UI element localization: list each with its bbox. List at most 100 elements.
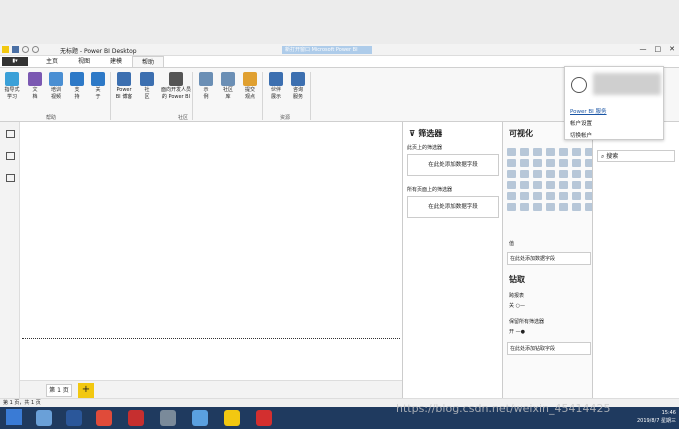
- clock-time: 15:46: [661, 410, 676, 416]
- add-page-button[interactable]: +: [78, 383, 94, 398]
- data-view-icon[interactable]: [6, 152, 15, 160]
- visual-type-icon[interactable]: [520, 159, 529, 167]
- maximize-button[interactable]: □: [655, 45, 662, 53]
- visual-type-icon[interactable]: [572, 159, 581, 167]
- ribbon-label: 提交 观点: [244, 87, 255, 100]
- ribbon-button-5[interactable]: Power BI 博客: [114, 72, 134, 101]
- visual-type-icon[interactable]: [546, 192, 555, 200]
- ribbon-button-6[interactable]: 社 区: [137, 72, 157, 101]
- ribbon-separator: [310, 72, 311, 120]
- visual-type-icon[interactable]: [559, 159, 568, 167]
- fields-search-input[interactable]: ⌕ 搜索: [597, 150, 675, 162]
- ribbon-button-7[interactable]: 面向开发人员 的 Power BI: [158, 72, 194, 101]
- visual-type-icon[interactable]: [507, 170, 516, 178]
- ribbon-group-label: 帮助: [46, 115, 57, 121]
- tab-3[interactable]: 帮助: [132, 56, 164, 67]
- ribbon-icon-12: [291, 72, 305, 86]
- visual-type-icon[interactable]: [546, 159, 555, 167]
- tab-1[interactable]: 视图: [68, 56, 100, 67]
- report-canvas[interactable]: [20, 122, 402, 380]
- cloud-icon[interactable]: [192, 410, 208, 426]
- chrome-icon[interactable]: [96, 410, 112, 426]
- visual-type-icon[interactable]: [572, 181, 581, 189]
- values-drop-zone[interactable]: 在此处添加数据字段: [507, 252, 591, 265]
- ribbon-button-1[interactable]: 文 档: [25, 72, 45, 101]
- background-window-tab[interactable]: 新打开窗口 Microsoft Power BI: [282, 46, 372, 54]
- word-icon[interactable]: [66, 410, 82, 426]
- ribbon-button-2[interactable]: 培训 视频: [46, 72, 66, 101]
- ribbon-label: 咨询 服务: [292, 87, 303, 100]
- all-pages-drop-zone[interactable]: 在此处添加数据字段: [407, 196, 499, 218]
- ribbon-label: 示 例: [203, 87, 209, 100]
- visual-type-icon[interactable]: [507, 181, 516, 189]
- pdf-icon[interactable]: [256, 410, 272, 426]
- visual-type-icon[interactable]: [533, 170, 542, 178]
- visual-type-icon[interactable]: [572, 203, 581, 211]
- keep-filters-toggle[interactable]: 开 —●: [509, 328, 525, 335]
- visual-type-icon[interactable]: [546, 148, 555, 156]
- ribbon-button-0[interactable]: 指导式 学习: [2, 72, 22, 101]
- visual-type-icon[interactable]: [559, 181, 568, 189]
- visual-type-icon[interactable]: [520, 203, 529, 211]
- visual-type-icon[interactable]: [546, 181, 555, 189]
- visual-type-icon[interactable]: [559, 170, 568, 178]
- page-tab[interactable]: 第 1 页: [46, 384, 72, 397]
- ribbon-icon-10: [243, 72, 257, 86]
- visual-type-icon[interactable]: [507, 203, 516, 211]
- visual-type-icon[interactable]: [559, 148, 568, 156]
- account-name-redacted: [593, 73, 661, 95]
- visual-type-icon[interactable]: [507, 148, 516, 156]
- power-bi-service-link[interactable]: Power BI 服务: [570, 107, 607, 115]
- visual-type-icon[interactable]: [572, 148, 581, 156]
- visual-type-icon[interactable]: [559, 203, 568, 211]
- switch-account-link[interactable]: 切换帐户: [570, 131, 592, 139]
- drillthrough-drop-zone[interactable]: 在此处添加钻取字段: [507, 342, 591, 355]
- tool-icon[interactable]: [160, 410, 176, 426]
- ribbon-button-12[interactable]: 咨询 服务: [288, 72, 308, 101]
- visual-type-icon[interactable]: [533, 148, 542, 156]
- account-settings-link[interactable]: 帐户设置: [570, 119, 592, 127]
- visual-type-icon[interactable]: [520, 148, 529, 156]
- visual-type-icon[interactable]: [533, 181, 542, 189]
- netease-music-icon[interactable]: [128, 410, 144, 426]
- visual-type-icon[interactable]: [520, 181, 529, 189]
- ribbon-button-10[interactable]: 提交 观点: [240, 72, 260, 101]
- visual-type-icon[interactable]: [533, 203, 542, 211]
- power-bi-icon[interactable]: [224, 410, 240, 426]
- ribbon-button-9[interactable]: 社区 库: [218, 72, 238, 101]
- visual-type-icon[interactable]: [520, 192, 529, 200]
- page-tabs-bar: 第 1 页 +: [20, 380, 402, 398]
- ribbon-separator: [262, 72, 263, 120]
- visual-type-icon[interactable]: [572, 170, 581, 178]
- visual-type-icon[interactable]: [546, 203, 555, 211]
- ribbon-button-8[interactable]: 示 例: [196, 72, 216, 101]
- file-menu-button[interactable]: ▮▾: [2, 57, 28, 66]
- windows-start-icon[interactable]: [6, 409, 22, 425]
- close-button[interactable]: ✕: [669, 45, 675, 53]
- visual-type-icon[interactable]: [546, 170, 555, 178]
- visual-type-icon[interactable]: [507, 192, 516, 200]
- visual-type-icon[interactable]: [559, 192, 568, 200]
- this-page-drop-zone[interactable]: 在此处添加数据字段: [407, 154, 499, 176]
- visual-type-icon[interactable]: [520, 170, 529, 178]
- visual-type-icon[interactable]: [533, 192, 542, 200]
- app-icon[interactable]: [36, 410, 52, 426]
- redo-icon[interactable]: [32, 46, 39, 53]
- ribbon-icon-11: [269, 72, 283, 86]
- ribbon-button-3[interactable]: 支 持: [67, 72, 87, 101]
- visual-type-icon[interactable]: [507, 159, 516, 167]
- visual-type-icon[interactable]: [533, 159, 542, 167]
- report-view-icon[interactable]: [6, 130, 15, 138]
- ribbon-button-4[interactable]: 关 于: [88, 72, 108, 101]
- tab-0[interactable]: 主页: [36, 56, 68, 67]
- ribbon-button-11[interactable]: 伙伴 展示: [266, 72, 286, 101]
- minimize-button[interactable]: —: [640, 45, 647, 53]
- tab-2[interactable]: 建模: [100, 56, 132, 67]
- model-view-icon[interactable]: [6, 174, 15, 182]
- visual-type-icon[interactable]: [572, 192, 581, 200]
- cross-report-toggle[interactable]: 关 ○—: [509, 302, 525, 309]
- undo-icon[interactable]: [22, 46, 29, 53]
- ribbon-label: Power BI 博客: [115, 87, 133, 100]
- clock[interactable]: 15:46 2019/8/7 星期三: [637, 409, 676, 425]
- save-icon[interactable]: [12, 46, 19, 53]
